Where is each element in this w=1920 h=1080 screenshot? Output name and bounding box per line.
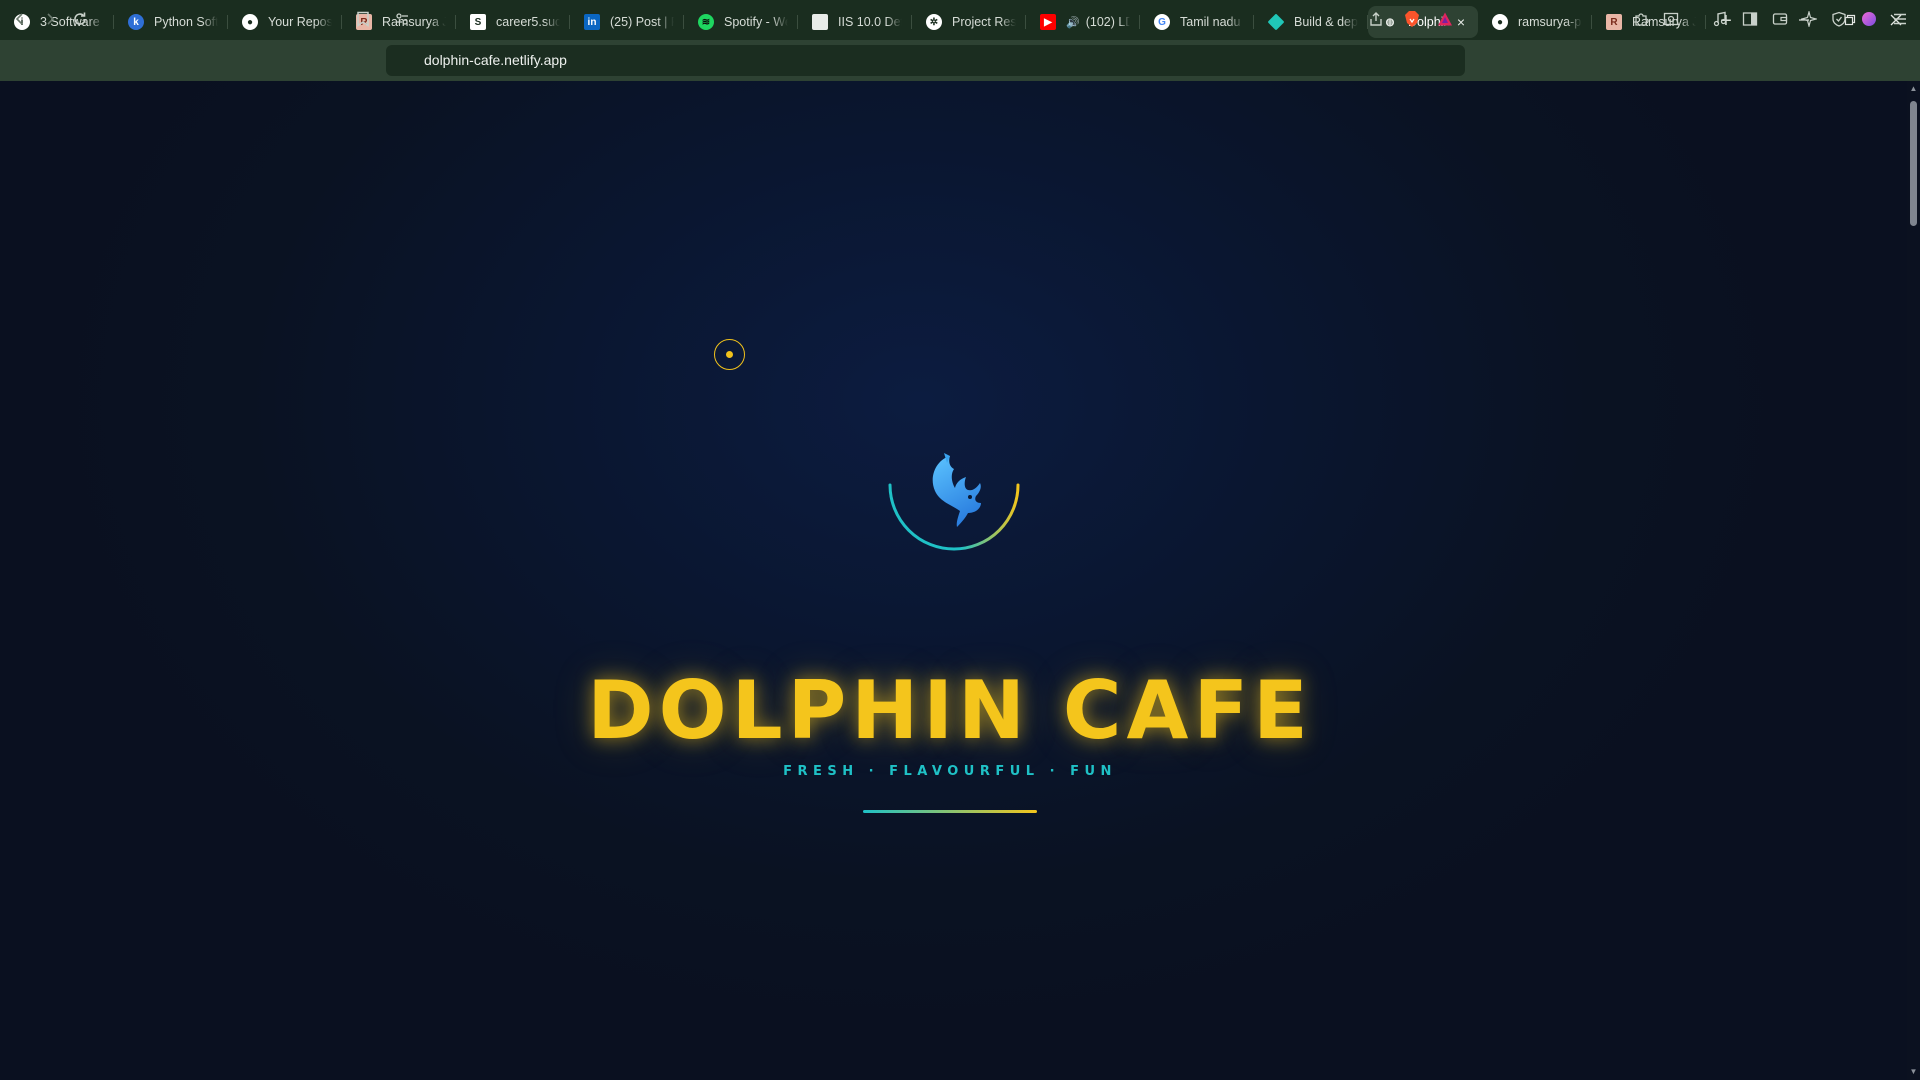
avatar-icon: R xyxy=(1606,14,1622,30)
spotify-icon: ≋ xyxy=(698,14,714,30)
tab-title: Your Reposit xyxy=(268,15,332,29)
google-icon: G xyxy=(1154,14,1170,30)
tab[interactable]: G Tamil nadu c xyxy=(1140,6,1254,38)
tab[interactable]: k Python Softw xyxy=(114,6,228,38)
tab-search-button[interactable] xyxy=(1659,9,1683,33)
share-button[interactable] xyxy=(1364,9,1388,33)
leo-ai-button[interactable] xyxy=(1797,9,1821,33)
scrollbar-thumb[interactable] xyxy=(1910,101,1917,226)
tab[interactable]: ✲ Project Resu xyxy=(912,6,1026,38)
reload-icon xyxy=(72,11,88,32)
extensions-button[interactable] xyxy=(1629,9,1653,33)
back-button[interactable] xyxy=(8,9,32,33)
forward-arrow-icon xyxy=(43,12,57,31)
forward-button[interactable] xyxy=(38,9,62,33)
dolphin-logo xyxy=(880,445,1030,563)
tab-title: Spotify - We xyxy=(724,15,788,29)
tab-title: Python Softw xyxy=(154,15,218,29)
site-info-button[interactable] xyxy=(390,9,414,33)
media-button[interactable] xyxy=(1708,9,1732,33)
career-icon: S xyxy=(470,14,486,30)
tab[interactable]: Build & dep xyxy=(1254,6,1368,38)
sidebar-button[interactable] xyxy=(1738,9,1762,33)
sparkle-icon xyxy=(1799,9,1819,32)
tab-title: Build & dep xyxy=(1294,15,1358,29)
bookmark-button[interactable] xyxy=(351,9,375,33)
puzzle-icon xyxy=(1633,11,1649,32)
tab-title: IIS 10.0 Deta xyxy=(838,15,902,29)
rewards-triangle-icon xyxy=(1437,11,1453,32)
scroll-down-arrow-icon[interactable]: ▼ xyxy=(1909,1067,1918,1076)
title-divider xyxy=(863,810,1037,813)
page-title: DOLPHIN CAFE xyxy=(587,664,1313,757)
tab-search-icon xyxy=(1663,11,1679,32)
tab[interactable]: ● ramsurya-p xyxy=(1478,6,1592,38)
custom-cursor-dot xyxy=(726,351,733,358)
brave-shields-button[interactable] xyxy=(1400,9,1424,33)
tab-title: Project Resu xyxy=(952,15,1016,29)
tab[interactable]: in (25) Post | Fe xyxy=(570,6,684,38)
shield-icon xyxy=(1831,11,1847,32)
tune-icon xyxy=(395,12,409,31)
tab-title: ramsurya-p xyxy=(1518,15,1582,29)
profile-avatar-icon xyxy=(1861,11,1877,32)
tab[interactable]: IIS 10.0 Deta xyxy=(798,6,912,38)
tab-title: career5.succ xyxy=(496,15,560,29)
python-icon: k xyxy=(128,14,144,30)
tab[interactable]: Scareer5.succ xyxy=(456,6,570,38)
page-viewport: DOLPHIN CAFE FRESH · FLAVOURFUL · FUN xyxy=(0,81,1907,1080)
tagline: FRESH · FLAVOURFUL · FUN xyxy=(783,764,1117,779)
wallet-icon xyxy=(1772,11,1788,32)
github-icon: ● xyxy=(1492,14,1508,30)
sidebar-icon xyxy=(1742,11,1758,32)
page-scrollbar[interactable]: ▲ ▼ xyxy=(1907,81,1920,1080)
bookmark-icon xyxy=(356,11,370,32)
menu-button[interactable] xyxy=(1888,9,1912,33)
scroll-up-arrow-icon[interactable]: ▲ xyxy=(1909,84,1918,93)
dolphin-logo-icon xyxy=(888,453,1020,551)
netlify-icon xyxy=(1267,13,1285,31)
url-text[interactable]: dolphin-cafe.netlify.app xyxy=(424,51,567,69)
tab-title: (102) LD xyxy=(1085,15,1130,29)
tab[interactable]: ≋ Spotify - We xyxy=(684,6,798,38)
youtube-icon: ▶ xyxy=(1040,14,1056,30)
back-arrow-icon xyxy=(13,12,27,31)
vpn-button[interactable] xyxy=(1827,9,1851,33)
custom-cursor-ring xyxy=(714,339,745,370)
wallet-button[interactable] xyxy=(1768,9,1792,33)
github-icon: ● xyxy=(242,14,258,30)
tab[interactable]: ● Your Reposit xyxy=(228,6,342,38)
profile-button[interactable] xyxy=(1857,9,1881,33)
brave-lion-icon xyxy=(1404,10,1420,33)
share-icon xyxy=(1368,11,1384,32)
music-note-icon xyxy=(1712,11,1728,32)
linkedin-icon: in xyxy=(584,14,600,30)
brave-rewards-button[interactable] xyxy=(1433,9,1457,33)
speaker-icon[interactable]: 🔊 xyxy=(1066,16,1080,29)
tab[interactable]: ▶ 🔊 (102) LD xyxy=(1026,6,1140,38)
reload-button[interactable] xyxy=(68,9,92,33)
tab-title: Tamil nadu c xyxy=(1180,15,1244,29)
tab-title: (25) Post | Fe xyxy=(610,15,674,29)
openai-icon: ✲ xyxy=(926,14,942,30)
hamburger-menu-icon xyxy=(1892,11,1908,32)
document-icon xyxy=(812,14,828,30)
